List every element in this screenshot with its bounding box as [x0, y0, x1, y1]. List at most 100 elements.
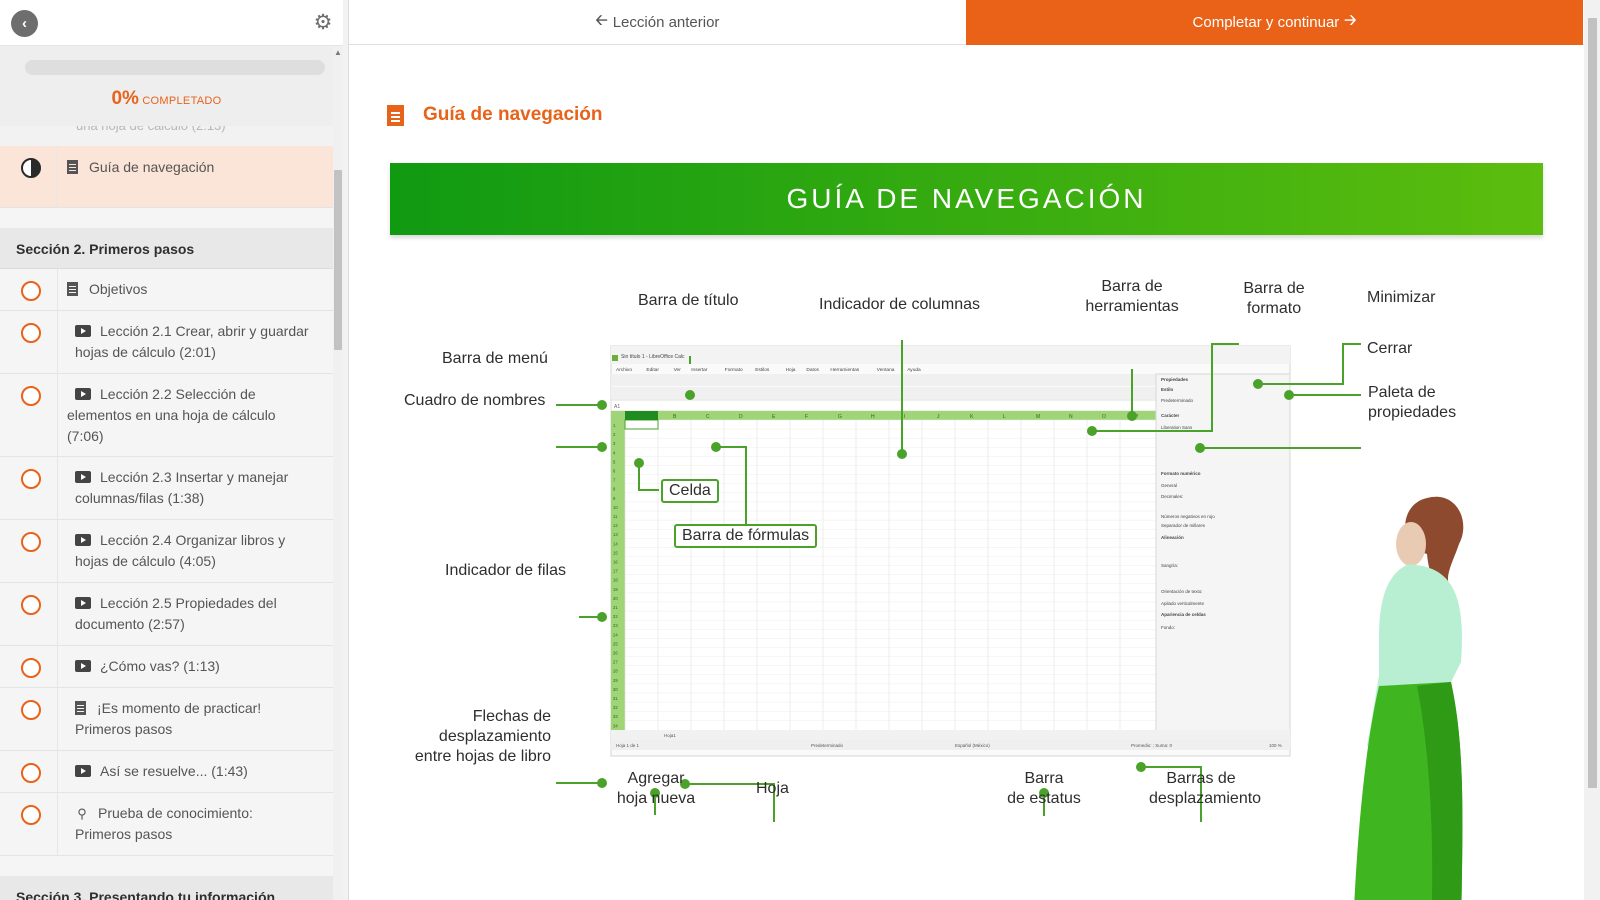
status-circle: [21, 323, 41, 343]
menu-item[interactable]: Ayuda: [907, 367, 921, 373]
row-header[interactable]: 29: [613, 678, 618, 683]
list-item[interactable]: Lección 2.1 Crear, abrir y guardar hojas…: [0, 311, 333, 374]
list-item-label: Lección 2.5 Propiedades del documento (2…: [75, 595, 277, 632]
status-circle: [21, 532, 41, 552]
column-header[interactable]: H: [871, 414, 875, 420]
row-header[interactable]: 31: [613, 696, 618, 701]
column-header[interactable]: F: [805, 414, 808, 420]
label-minimizar: Minimizar: [1367, 289, 1436, 306]
row-header[interactable]: 14: [613, 541, 618, 546]
row-header[interactable]: 17: [613, 569, 618, 574]
list-item[interactable]: ⚲ Prueba de conocimiento: Primeros pasos: [0, 793, 333, 856]
list-item[interactable]: ¿Cómo vas? (1:13): [0, 646, 333, 688]
menu-item[interactable]: Datos: [806, 367, 819, 373]
column-header[interactable]: C: [706, 414, 710, 420]
column-header[interactable]: G: [838, 414, 842, 420]
row-header[interactable]: 30: [613, 687, 618, 692]
row-header[interactable]: 16: [613, 560, 618, 565]
column-header[interactable]: D: [739, 414, 743, 420]
page-title-row: Guía de navegación: [387, 102, 603, 128]
row-header[interactable]: 20: [613, 596, 618, 601]
column-header[interactable]: O: [1102, 414, 1106, 420]
menu-item[interactable]: Hoja: [786, 367, 796, 373]
video-icon: [75, 765, 91, 777]
column-header[interactable]: M: [1036, 414, 1040, 420]
woman-illustration: [1354, 496, 1464, 900]
label-agregar-hoja: Agregar hoja nueva: [616, 770, 696, 807]
row-header[interactable]: 18: [613, 578, 618, 583]
document-icon: [387, 104, 404, 126]
gear-icon: ⚙: [313, 11, 333, 34]
row-header[interactable]: 11: [613, 514, 618, 519]
row-header[interactable]: 13: [613, 532, 618, 537]
progress-percent: 0%: [111, 88, 139, 109]
row-header[interactable]: 10: [613, 505, 618, 510]
menu-item[interactable]: Formato: [725, 367, 743, 373]
scroll-up-icon[interactable]: ▲: [334, 48, 342, 57]
list-item[interactable]: Lección 2.2 Selección de elementos en un…: [0, 374, 333, 457]
row-header[interactable]: 12: [613, 523, 618, 528]
list-item-label: Lección 2.4 Organizar libros y hojas de …: [75, 532, 286, 569]
label-indicador-filas: Indicador de filas: [445, 562, 566, 579]
column-header[interactable]: L: [1003, 414, 1006, 420]
menu-item[interactable]: Estilos: [755, 367, 770, 373]
column-header[interactable]: N: [1069, 414, 1073, 420]
row-header[interactable]: 21: [613, 605, 618, 610]
course-sidebar: ‹ ⚙ Lección 1.2 Elementos que conforman …: [0, 0, 349, 900]
section-header[interactable]: Sección 2. Primeros pasos: [0, 228, 333, 269]
menu-item[interactable]: Archivo: [616, 367, 632, 373]
row-header[interactable]: 25: [613, 641, 618, 646]
row-header[interactable]: 28: [613, 669, 618, 674]
panel-label: General: [1161, 483, 1177, 488]
panel-label: Propiedades: [1161, 377, 1189, 382]
list-item[interactable]: Así se resuelve... (1:43): [0, 751, 333, 793]
row-header[interactable]: 15: [613, 550, 618, 555]
progress-label: completado: [142, 95, 222, 107]
list-item[interactable]: Lección 2.5 Propiedades del documento (2…: [0, 583, 333, 646]
navigation-diagram: Sin título 1 - LibreOffice Calc Archivo E…: [556, 340, 1464, 900]
document-icon: [67, 160, 78, 174]
banner: GUÍA DE NAVEGACIÓN: [390, 163, 1543, 235]
label-cuadro-nombres: Cuadro de nombres: [404, 392, 546, 409]
menu-item[interactable]: Ventana: [877, 367, 895, 373]
list-item-guia[interactable]: Guía de navegación: [0, 146, 333, 208]
row-header[interactable]: 23: [613, 623, 618, 628]
settings-button[interactable]: ⚙: [312, 12, 334, 34]
panel-label: Estilo: [1161, 387, 1174, 392]
section-header[interactable]: Sección 3. Presentando tu información: [0, 876, 333, 900]
row-header[interactable]: 27: [613, 660, 618, 665]
scrollbar-thumb[interactable]: [334, 170, 342, 350]
row-header[interactable]: 34: [613, 723, 618, 728]
menu-item[interactable]: Ver: [674, 367, 682, 373]
menu-item[interactable]: Editar: [646, 367, 659, 373]
previous-lesson-button[interactable]: 🡠 Lección anterior: [349, 0, 966, 45]
lightbulb-icon: ⚲: [77, 806, 87, 821]
list-item[interactable]: Lección 2.3 Insertar y manejar columnas/…: [0, 457, 333, 520]
row-header[interactable]: 26: [613, 651, 618, 656]
video-icon: [75, 660, 91, 672]
list-item[interactable]: Lección 2.4 Organizar libros y hojas de …: [0, 520, 333, 583]
panel-label: Predeterminado: [1161, 398, 1194, 403]
label-barras-desplazamiento: Barras de desplazamiento: [1149, 770, 1262, 807]
row-header[interactable]: 19: [613, 587, 618, 592]
list-item-label: Lección 2.3 Insertar y manejar columnas/…: [75, 469, 289, 506]
list-item[interactable]: Objetivos: [0, 269, 333, 311]
row-header[interactable]: 22: [613, 614, 618, 619]
status-style: Predeterminado: [811, 743, 844, 748]
label-flechas-desplazamiento: Flechas de desplazamiento entre hojas de l…: [414, 708, 551, 765]
complete-continue-button[interactable]: Completar y continuar 🡢: [966, 0, 1583, 45]
row-header[interactable]: 32: [613, 705, 618, 710]
row-header[interactable]: 24: [613, 632, 618, 637]
scrollbar-thumb[interactable]: [1588, 18, 1597, 788]
column-header[interactable]: I: [904, 414, 905, 420]
menu-item[interactable]: Insertar: [691, 367, 708, 373]
back-button[interactable]: ‹: [11, 10, 38, 37]
status-circle: [21, 658, 41, 678]
menu-item[interactable]: Herramientas: [830, 367, 859, 373]
page-scrollbar[interactable]: [1584, 0, 1600, 900]
chevron-left-icon: ‹: [22, 15, 27, 32]
label-indicador-columnas: Indicador de columnas: [819, 296, 980, 313]
row-header[interactable]: 33: [613, 714, 618, 719]
sidebar-scrollbar[interactable]: ▲: [333, 46, 343, 900]
list-item[interactable]: ¡Es momento de practicar! Primeros pasos: [0, 688, 333, 751]
